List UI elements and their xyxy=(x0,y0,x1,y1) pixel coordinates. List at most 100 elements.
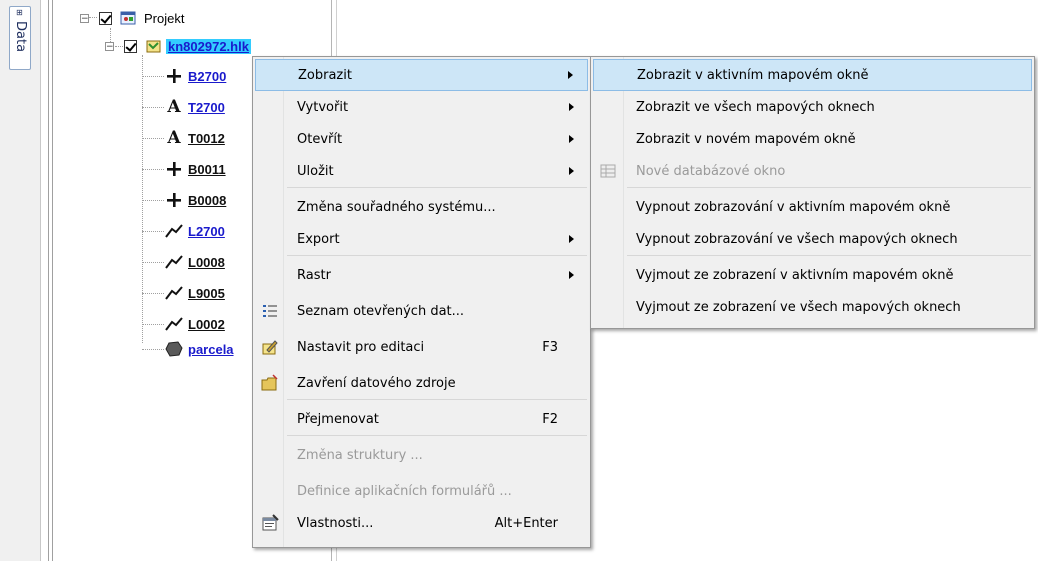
submenu-zobrazit: Zobrazit v aktivním mapovém okně Zobrazit… xyxy=(590,56,1035,329)
submenu-arrow-icon xyxy=(569,235,574,243)
submenu-arrow-icon xyxy=(569,271,574,279)
point-layer-icon xyxy=(164,160,184,178)
layer-label[interactable]: L0008 xyxy=(188,255,225,270)
menu-item[interactable]: Seznam otevřených dat... xyxy=(255,295,588,327)
edit-icon xyxy=(261,338,279,356)
collapse-icon[interactable]: − xyxy=(105,41,114,51)
layer-label[interactable]: L9005 xyxy=(188,286,225,301)
list-icon xyxy=(261,302,279,320)
tree-connector xyxy=(142,137,164,139)
menu-item-label: Zavření datového zdroje xyxy=(297,375,456,391)
layer-label[interactable]: B0008 xyxy=(188,193,226,208)
submenu-item[interactable]: Zobrazit ve všech mapových oknech xyxy=(593,91,1032,123)
submenu-item-label: Vyjmout ze zobrazení ve všech mapových o… xyxy=(636,299,961,315)
submenu-item[interactable]: Zobrazit v aktivním mapovém okně xyxy=(593,59,1032,91)
line-layer-icon xyxy=(164,284,184,302)
projekt-checkbox[interactable] xyxy=(99,11,112,25)
layer-label[interactable]: B2700 xyxy=(188,69,226,84)
menu-item-label: Přejmenovat xyxy=(297,411,379,427)
tree-connector xyxy=(142,168,164,170)
projekt-label: Projekt xyxy=(144,10,185,26)
tree-layer-row[interactable]: L0008 xyxy=(142,252,225,272)
submenu-arrow-icon xyxy=(569,135,574,143)
submenu-item[interactable]: Vyjmout ze zobrazení ve všech mapových o… xyxy=(593,291,1032,323)
layer-label[interactable]: L0002 xyxy=(188,317,225,332)
submenu-item[interactable]: Zobrazit v novém mapovém okně xyxy=(593,123,1032,155)
menu-item[interactable]: Zobrazit xyxy=(255,59,588,91)
layer-label[interactable]: T0012 xyxy=(188,131,225,146)
menu-item[interactable]: Export xyxy=(255,223,588,255)
menu-item: Změna struktury ... xyxy=(255,439,588,471)
submenu-item-label: Vyjmout ze zobrazení v aktivním mapovém … xyxy=(636,267,954,283)
line-layer-icon xyxy=(164,253,184,271)
tree-layer-row[interactable]: L9005 xyxy=(142,283,225,303)
submenu-item-label: Zobrazit ve všech mapových oknech xyxy=(636,99,875,115)
side-tab-strip: ⊞ Data xyxy=(0,0,41,561)
menu-item-label: Změna struktury ... xyxy=(297,447,423,463)
tree-node-datasource[interactable]: − kn802972.hlk xyxy=(105,36,251,56)
submenu-item-label: Vypnout zobrazování ve všech mapových ok… xyxy=(636,231,958,247)
menu-separator xyxy=(627,187,1031,188)
tree-layer-row[interactable]: L0002 xyxy=(142,314,225,334)
tree-layer-row[interactable]: A T2700 xyxy=(142,97,225,117)
table-icon xyxy=(599,162,617,180)
panel-border xyxy=(48,0,49,561)
tree-connector xyxy=(142,230,164,232)
menu-item[interactable]: Otevřít xyxy=(255,123,588,155)
tree-layer-row[interactable]: L2700 xyxy=(142,221,225,241)
context-menu: Zobrazit Vytvořit Otevřít Uložit Změna souřa… xyxy=(252,56,591,548)
submenu-item[interactable]: Vypnout zobrazování v aktivním mapovém o… xyxy=(593,191,1032,223)
menu-item[interactable]: Zavření datového zdroje xyxy=(255,367,588,399)
menu-item-shortcut: Alt+Enter xyxy=(494,515,558,531)
menu-item[interactable]: Vlastnosti... Alt+Enter xyxy=(255,507,588,539)
menu-item-label: Seznam otevřených dat... xyxy=(297,303,465,319)
menu-item[interactable]: Vytvořit xyxy=(255,91,588,123)
datasource-checkbox[interactable] xyxy=(124,39,137,53)
menu-item-label: Nastavit pro editaci xyxy=(297,339,425,355)
tree-layer-row[interactable]: parcela xyxy=(142,339,234,359)
menu-item-label: Export xyxy=(297,231,340,247)
menu-item-label: Otevřít xyxy=(297,131,343,147)
text-layer-icon: A xyxy=(167,128,181,148)
submenu-item[interactable]: Vypnout zobrazování ve všech mapových ok… xyxy=(593,223,1032,255)
submenu-arrow-icon xyxy=(569,103,574,111)
submenu-item[interactable]: Vyjmout ze zobrazení v aktivním mapovém … xyxy=(593,259,1032,291)
data-tab[interactable]: ⊞ Data xyxy=(9,6,31,70)
tree-layer-row[interactable]: B2700 xyxy=(142,66,226,86)
menu-item-label: Definice aplikačních formulářů ... xyxy=(297,483,512,499)
menu-item[interactable]: Uložit xyxy=(255,155,588,187)
menu-item-label: Rastr xyxy=(297,267,331,283)
tree-node-projekt[interactable]: − Projekt xyxy=(80,8,184,28)
menu-separator xyxy=(287,435,587,436)
submenu-item-label: Nové databázové okno xyxy=(636,163,786,179)
menu-item[interactable]: Rastr xyxy=(255,259,588,291)
tree-layer-row[interactable]: B0008 xyxy=(142,190,226,210)
folder-close-icon xyxy=(261,374,279,392)
layer-label[interactable]: B0011 xyxy=(188,162,226,177)
menu-item-shortcut: F2 xyxy=(542,411,558,427)
menu-item-label: Zobrazit xyxy=(298,67,352,83)
submenu-item-label: Vypnout zobrazování v aktivním mapovém o… xyxy=(636,199,951,215)
layer-label[interactable]: parcela xyxy=(188,342,234,357)
menu-item[interactable]: Přejmenovat F2 xyxy=(255,403,588,435)
menu-item-label: Uložit xyxy=(297,163,334,179)
menu-item-shortcut: F3 xyxy=(542,339,558,355)
tree-layer-row[interactable]: B0011 xyxy=(142,159,226,179)
menu-item[interactable]: Změna souřadného systému... xyxy=(255,191,588,223)
layer-label[interactable]: T2700 xyxy=(188,100,225,115)
menu-separator xyxy=(287,187,587,188)
datasource-label[interactable]: kn802972.hlk xyxy=(166,38,251,54)
menu-item: Definice aplikačních formulářů ... xyxy=(255,475,588,507)
project-icon xyxy=(120,10,138,26)
menu-separator xyxy=(627,255,1031,256)
text-layer-icon: A xyxy=(167,97,181,117)
collapse-icon[interactable]: − xyxy=(80,13,89,23)
tree-layer-row[interactable]: A T0012 xyxy=(142,128,225,148)
menu-item[interactable]: Nastavit pro editaci F3 xyxy=(255,331,588,363)
layer-label[interactable]: L2700 xyxy=(188,224,225,239)
menu-separator xyxy=(287,399,587,400)
tree-connector xyxy=(142,292,164,294)
submenu-item-label: Zobrazit v novém mapovém okně xyxy=(636,131,856,147)
tree-connector xyxy=(142,75,164,77)
submenu-item: Nové databázové okno xyxy=(593,155,1032,187)
